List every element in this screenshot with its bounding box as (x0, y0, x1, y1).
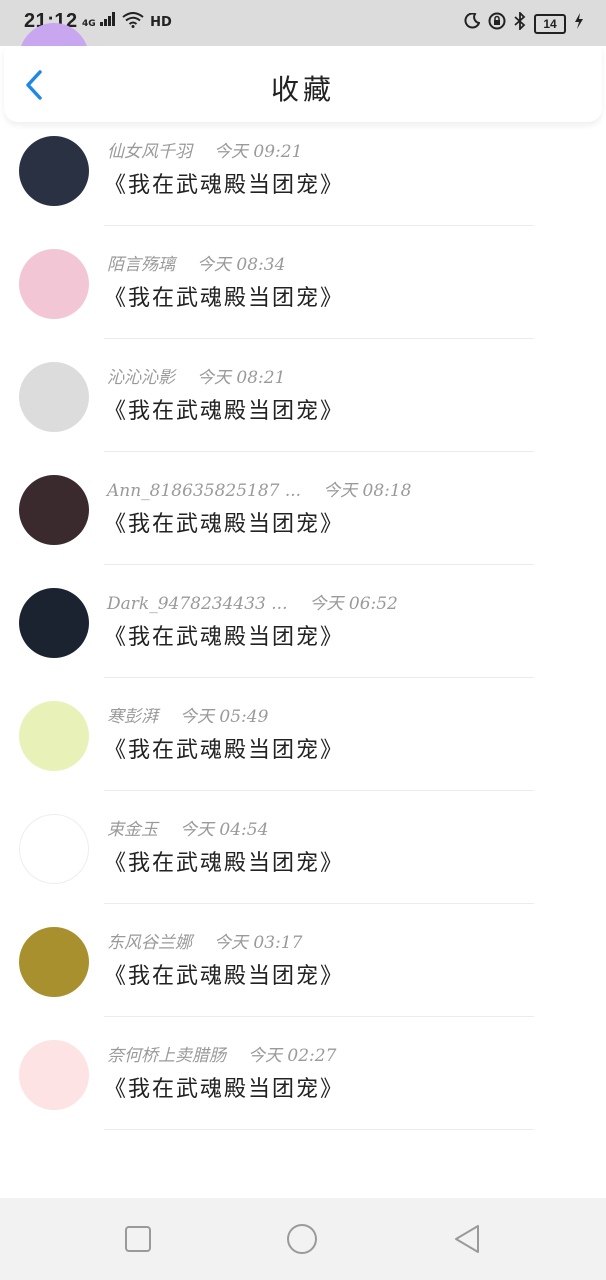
sender-name: 束金玉 (107, 820, 158, 840)
list-item[interactable]: 仙女风千羽 今天 09:21 《我在武魂殿当团宠》 (0, 113, 606, 226)
recent-apps-button[interactable] (121, 1222, 155, 1256)
list-item[interactable]: Ann_818635825187 ... 今天 08:18 《我在武魂殿当团宠》 (0, 452, 606, 565)
message-meta: 东风谷兰娜 今天 03:17 (107, 928, 302, 953)
list-item[interactable]: 陌言殇璃 今天 08:34 《我在武魂殿当团宠》 (0, 226, 606, 339)
timestamp: 今天 02:27 (248, 1046, 337, 1066)
sender-name: 沁沁沁影 (107, 368, 175, 388)
message-meta: 仙女风千羽 今天 09:21 (107, 137, 302, 162)
message-meta: 寒彭湃 今天 05:49 (107, 702, 268, 727)
nav-back-button[interactable] (450, 1222, 484, 1256)
favorites-list: 《我在武魂殿当团宠》仙女风千羽今天 09:21《我在武魂殿当团宠》陌言殇璃今天 … (0, 23, 606, 1130)
avatar[interactable] (19, 588, 89, 658)
avatar[interactable] (19, 927, 89, 997)
message-meta: 奈何桥上卖腊肠 今天 02:27 (107, 1041, 336, 1066)
page-title: 收藏 (270, 73, 335, 106)
sender-name: Dark_9478234433 ... (107, 594, 288, 614)
timestamp: 今天 09:21 (214, 142, 303, 162)
sender-name: 奈何桥上卖腊肠 (107, 1046, 226, 1066)
list-item[interactable]: Dark_9478234433 ... 今天 06:52 《我在武魂殿当团宠》 (0, 565, 606, 678)
message-meta: Dark_9478234433 ... 今天 06:52 (107, 589, 398, 614)
list-item[interactable]: 东风谷兰娜 今天 03:17 《我在武魂殿当团宠》 (0, 904, 606, 1017)
timestamp: 今天 03:17 (214, 933, 303, 953)
message-text: 《我在武魂殿当团宠》 (104, 286, 345, 311)
sender-name: 寒彭湃 (107, 707, 158, 727)
divider (104, 1129, 534, 1130)
message-meta: Ann_818635825187 ... 今天 08:18 (107, 476, 412, 501)
timestamp: 今天 05:49 (180, 707, 269, 727)
message-text: 《我在武魂殿当团宠》 (104, 851, 345, 876)
sender-name: Ann_818635825187 ... (107, 481, 302, 501)
sender-name: 陌言殇璃 (107, 255, 175, 275)
list-item[interactable]: 束金玉 今天 04:54 《我在武魂殿当团宠》 (0, 791, 606, 904)
home-button[interactable] (285, 1222, 319, 1256)
avatar[interactable] (19, 136, 89, 206)
sender-name: 仙女风千羽 (107, 142, 192, 162)
avatar[interactable] (19, 362, 89, 432)
avatar[interactable] (19, 475, 89, 545)
message-text: 《我在武魂殿当团宠》 (104, 964, 345, 989)
navigation-bar (0, 1198, 606, 1280)
timestamp: 今天 06:52 (309, 594, 398, 614)
sender-name: 东风谷兰娜 (107, 933, 192, 953)
message-text: 《我在武魂殿当团宠》 (104, 625, 345, 650)
avatar[interactable] (19, 814, 89, 884)
avatar[interactable] (19, 1040, 89, 1110)
list-item[interactable]: 沁沁沁影 今天 08:21 《我在武魂殿当团宠》 (0, 339, 606, 452)
message-text: 《我在武魂殿当团宠》 (104, 738, 345, 763)
message-meta: 沁沁沁影 今天 08:21 (107, 363, 285, 388)
list-item[interactable]: 寒彭湃 今天 05:49 《我在武魂殿当团宠》 (0, 678, 606, 791)
title-bar: 收藏 (4, 46, 602, 122)
message-meta: 束金玉 今天 04:54 (107, 815, 268, 840)
home-icon (287, 1224, 317, 1254)
timestamp: 今天 04:54 (180, 820, 269, 840)
list-item[interactable]: 奈何桥上卖腊肠 今天 02:27 《我在武魂殿当团宠》 (0, 1017, 606, 1130)
avatar[interactable] (19, 249, 89, 319)
back-icon (455, 1225, 479, 1253)
timestamp: 今天 08:34 (197, 255, 286, 275)
message-meta: 陌言殇璃 今天 08:34 (107, 250, 285, 275)
message-text: 《我在武魂殿当团宠》 (104, 512, 345, 537)
timestamp: 今天 08:21 (197, 368, 286, 388)
message-text: 《我在武魂殿当团宠》 (104, 173, 345, 198)
avatar[interactable] (19, 701, 89, 771)
message-text: 《我在武魂殿当团宠》 (104, 1077, 345, 1102)
recent-apps-icon (125, 1226, 151, 1252)
message-text: 《我在武魂殿当团宠》 (104, 399, 345, 424)
timestamp: 今天 08:18 (323, 481, 412, 501)
